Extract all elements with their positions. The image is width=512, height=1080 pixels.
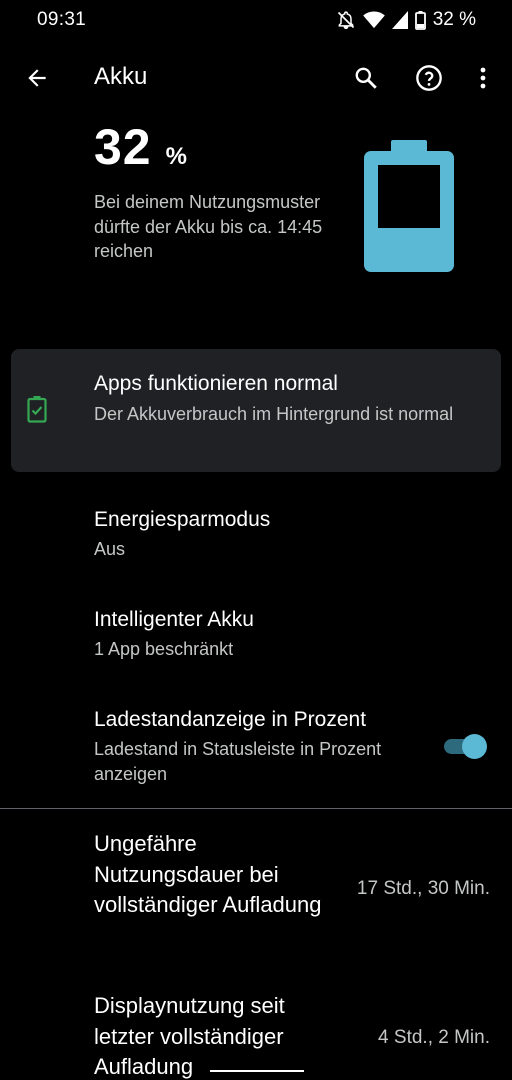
usage-label-full-charge: Ungefähre Nutzungsdauer bei vollständige… <box>94 831 322 917</box>
usage-label-screen: Displaynutzung seit letzter vollständige… <box>94 993 285 1079</box>
battery-percent-unit: % <box>165 143 187 170</box>
battery-tip-card[interactable]: Apps funktionieren normal Der Akkuverbra… <box>11 349 501 472</box>
search-button[interactable] <box>350 62 382 94</box>
setting-adaptive-battery[interactable]: Intelligenter Akku 1 App beschränkt <box>0 595 512 687</box>
battery-large-icon <box>364 140 454 272</box>
battery-icon <box>414 10 426 30</box>
battery-settings-screen: 09:31 32 % Akku 32 % Bei deinem Nutzungs… <box>0 0 512 1080</box>
usage-value-full-charge: 17 Std., 30 Min. <box>356 878 490 899</box>
setting-subtitle: 1 App beschränkt <box>94 639 234 659</box>
search-icon <box>355 67 377 89</box>
back-button[interactable] <box>20 62 54 94</box>
battery-check-icon <box>27 396 47 423</box>
more-options-button[interactable] <box>468 62 498 94</box>
scroll-edge-line <box>210 1070 304 1072</box>
setting-title: Ladestandanzeige in Prozent <box>94 708 367 731</box>
setting-title: Energiesparmodus <box>94 508 271 531</box>
help-button[interactable] <box>413 62 445 94</box>
section-divider <box>0 808 512 809</box>
usage-value-screen: 4 Std., 2 Min. <box>378 1027 490 1048</box>
wifi-icon <box>362 11 385 29</box>
tip-description: Der Akkuverbrauch im Hintergrund ist nor… <box>94 404 454 424</box>
setting-battery-saver[interactable]: Energiesparmodus Aus <box>0 495 512 587</box>
back-arrow-icon <box>28 69 46 87</box>
help-icon <box>416 65 442 91</box>
battery-percent-text: 32 % <box>432 9 476 30</box>
more-vert-icon <box>480 67 486 89</box>
toggle-thumb <box>462 734 487 759</box>
status-bar: 09:31 32 % <box>0 0 512 42</box>
setting-title: Intelligenter Akku <box>94 608 254 631</box>
battery-level: 32 % <box>94 118 187 176</box>
tip-title: Apps funktionieren normal <box>94 372 338 395</box>
battery-estimate: Bei deinem Nutzungsmuster dürfte der Akk… <box>94 192 323 261</box>
battery-percent-value: 32 <box>94 119 152 175</box>
status-icons: 32 % <box>336 9 476 31</box>
status-time: 09:31 <box>37 9 87 30</box>
setting-battery-percentage[interactable]: Ladestandanzeige in Prozent Ladestand in… <box>0 695 512 800</box>
setting-subtitle: Aus <box>94 539 126 559</box>
setting-subtitle: Ladestand in Statusleiste in Prozent anz… <box>94 739 382 784</box>
app-bar: Akku <box>0 50 512 106</box>
battery-percentage-toggle[interactable] <box>444 732 488 760</box>
cell-signal-icon <box>391 11 408 29</box>
page-title: Akku <box>94 63 148 90</box>
bell-off-icon <box>336 10 356 30</box>
